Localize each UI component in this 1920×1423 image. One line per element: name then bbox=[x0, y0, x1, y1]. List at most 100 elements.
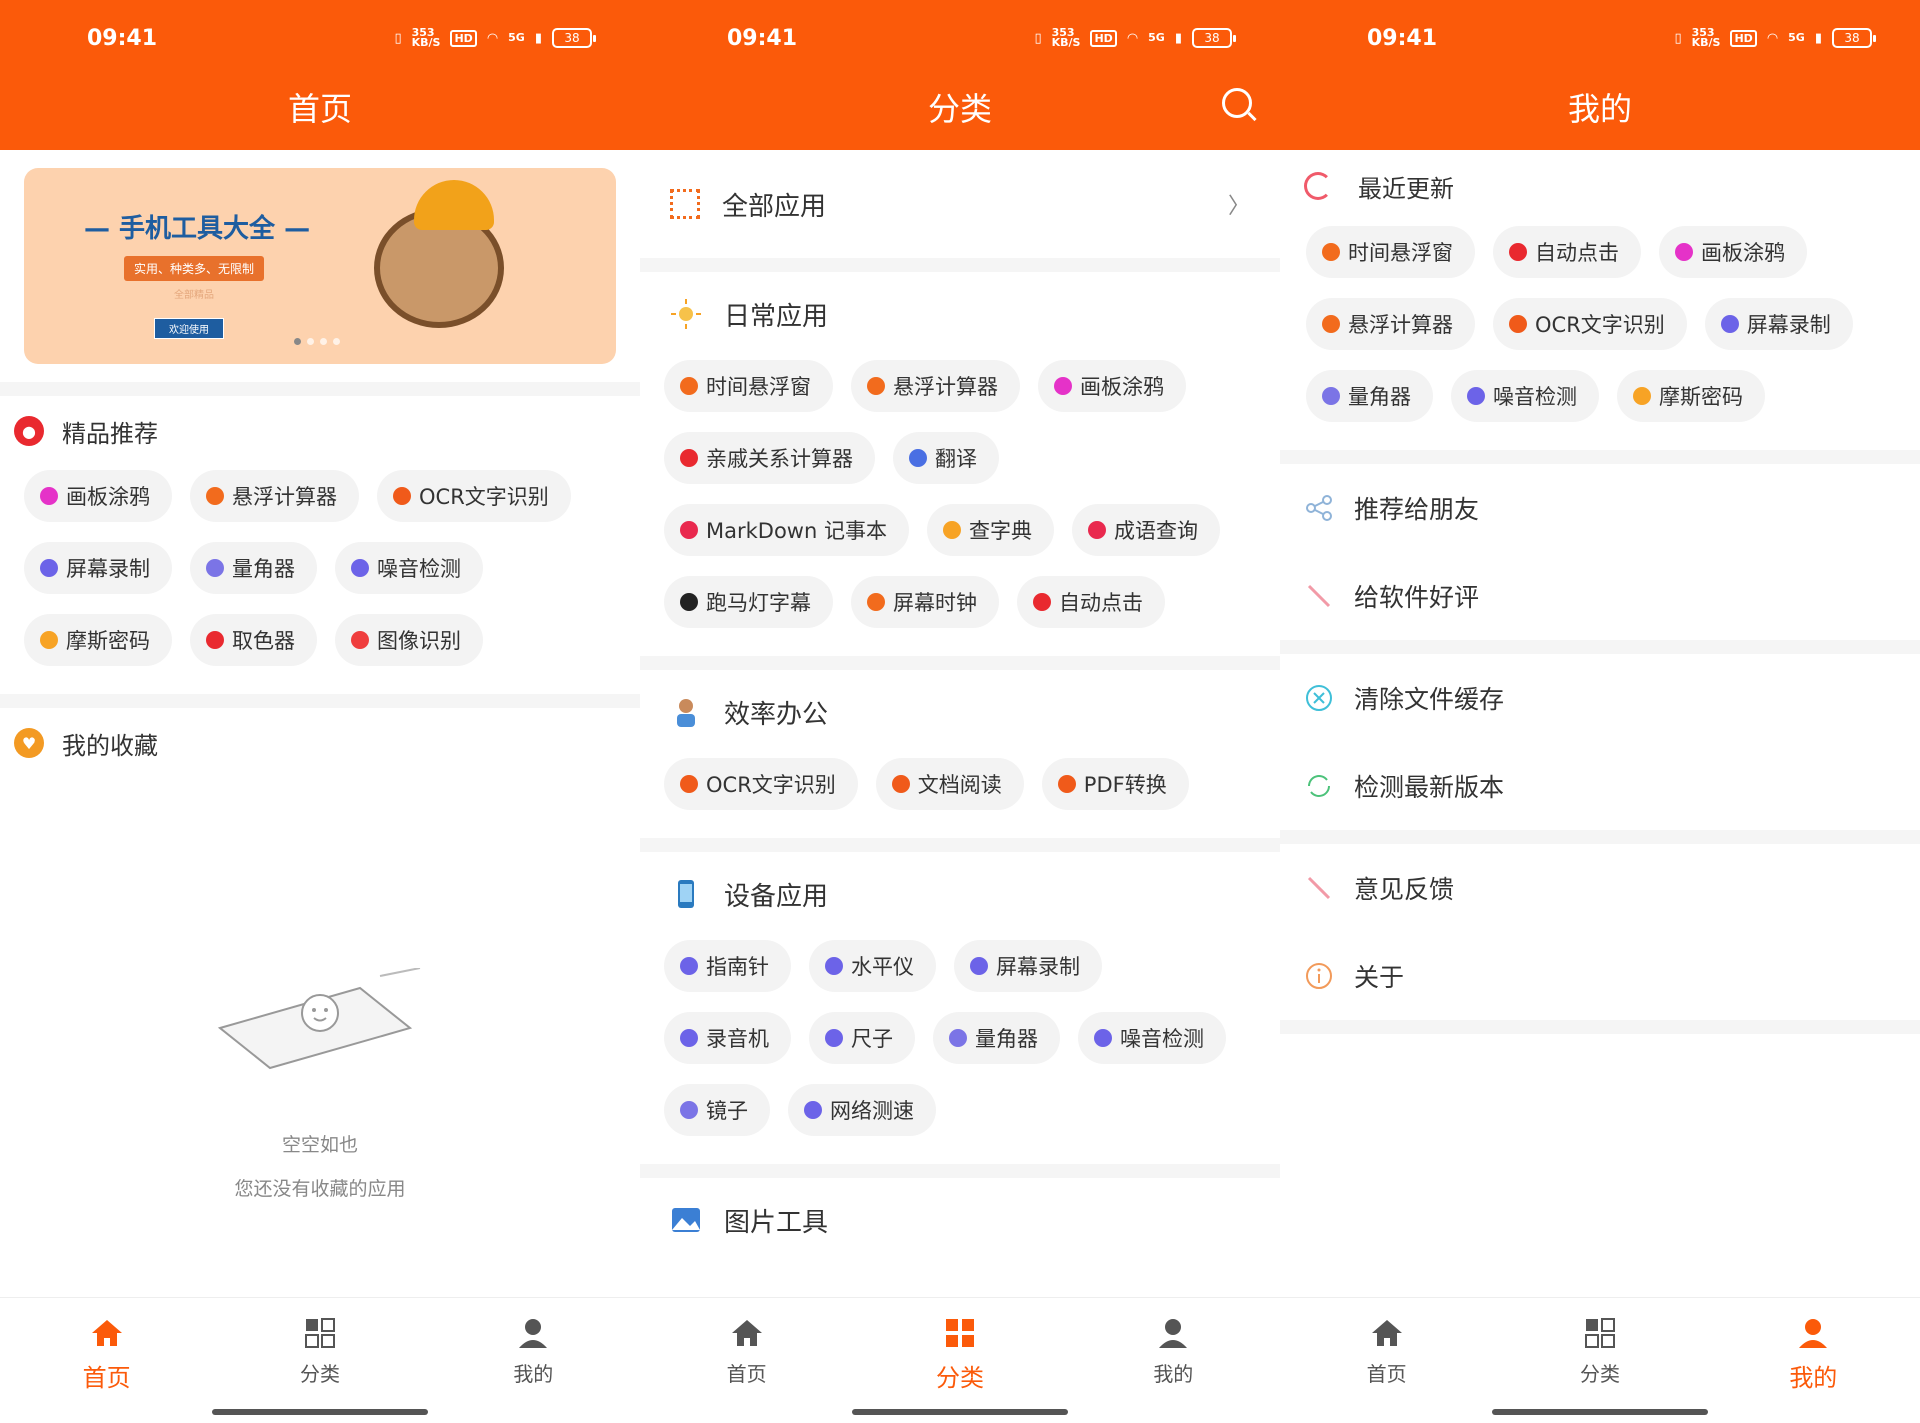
app-chip[interactable]: 画板涂鸦 bbox=[1659, 226, 1807, 278]
app-header: 09:41 ▯ 353 KB/S HD ◠ 5G ▮ 38 首页 bbox=[0, 0, 640, 150]
app-chip[interactable]: 取色器 bbox=[190, 614, 317, 666]
feedback-row[interactable]: 意见反馈 bbox=[1280, 844, 1920, 932]
about-row[interactable]: 关于 bbox=[1280, 932, 1920, 1020]
app-chip[interactable]: 时间悬浮窗 bbox=[664, 360, 833, 412]
app-chip[interactable]: 摩斯密码 bbox=[1617, 370, 1765, 422]
app-chip-label: 屏幕录制 bbox=[66, 557, 150, 581]
app-chip[interactable]: 悬浮计算器 bbox=[1306, 298, 1475, 350]
battery-icon: 38 bbox=[1832, 28, 1876, 48]
app-chip-label: 悬浮计算器 bbox=[1348, 313, 1453, 337]
app-chip[interactable]: 屏幕录制 bbox=[1704, 298, 1853, 350]
wifi-icon: ◠ bbox=[486, 30, 499, 46]
section-divider bbox=[0, 382, 640, 396]
user-icon bbox=[1796, 1316, 1830, 1350]
app-chip-label: 自动点击 bbox=[1059, 591, 1143, 615]
tab-label: 我的 bbox=[1789, 1364, 1838, 1392]
tab-mine[interactable]: 我的 bbox=[1067, 1298, 1280, 1423]
status-time: 09:41 bbox=[87, 26, 158, 51]
app-chip[interactable]: 屏幕时钟 bbox=[851, 576, 999, 628]
info-icon bbox=[1304, 961, 1334, 991]
signal-label: 5G bbox=[1148, 31, 1165, 44]
app-chip[interactable]: 文档阅读 bbox=[875, 758, 1024, 810]
app-chip[interactable]: 时间悬浮窗 bbox=[1306, 226, 1475, 278]
featured-title: 精品推荐 bbox=[62, 419, 158, 448]
app-chip[interactable]: 成语查询 bbox=[1071, 504, 1220, 556]
app-chip[interactable]: 悬浮计算器 bbox=[851, 360, 1020, 412]
app-chip[interactable]: 画板涂鸦 bbox=[24, 470, 172, 522]
app-chip[interactable]: 网络测速 bbox=[788, 1084, 936, 1136]
app-icon bbox=[891, 775, 910, 793]
tab-category[interactable]: 分类 bbox=[213, 1298, 426, 1423]
app-icon bbox=[1322, 243, 1340, 261]
check-update-row[interactable]: 检测最新版本 bbox=[1280, 742, 1920, 830]
app-chip[interactable]: 查字典 bbox=[926, 504, 1054, 556]
banner-button[interactable]: 欢迎使用 bbox=[154, 318, 224, 339]
app-chip[interactable]: 量角器 bbox=[933, 1012, 1060, 1064]
status-bar: 09:41 ▯ 353 KB/S HD ◠ 5G ▮ 38 bbox=[640, 26, 1280, 56]
sun-icon bbox=[670, 298, 702, 330]
status-time: 09:41 bbox=[1367, 26, 1438, 51]
vibrate-icon: ▯ bbox=[1674, 30, 1682, 46]
tab-home[interactable]: 首页 bbox=[640, 1298, 853, 1423]
search-icon[interactable] bbox=[1222, 88, 1252, 118]
app-chip[interactable]: 噪音检测 bbox=[1078, 1012, 1226, 1064]
app-chip[interactable]: 翻译 bbox=[893, 432, 999, 484]
app-chip[interactable]: 录音机 bbox=[664, 1012, 791, 1064]
battery-icon: 38 bbox=[1192, 28, 1236, 48]
office-chip-list: OCR文字识别 文档阅读 PDF转换 bbox=[640, 754, 1280, 838]
app-chip[interactable]: PDF转换 bbox=[1041, 758, 1189, 810]
app-chip[interactable]: 屏幕录制 bbox=[954, 940, 1102, 992]
app-chip[interactable]: 量角器 bbox=[190, 542, 317, 594]
app-chip[interactable]: 量角器 bbox=[1306, 370, 1433, 422]
app-chip[interactable]: 亲戚关系计算器 bbox=[664, 432, 875, 484]
app-chip-label: 图像识别 bbox=[377, 629, 461, 653]
app-chip[interactable]: 屏幕录制 bbox=[24, 542, 172, 594]
promo-banner[interactable]: — 手机工具大全 — 实用、种类多、无限制 全部精品 欢迎使用 bbox=[24, 168, 616, 364]
recommend-row[interactable]: 推荐给朋友 bbox=[1280, 464, 1920, 552]
app-icon bbox=[680, 775, 698, 793]
favorites-title: 我的收藏 bbox=[62, 731, 158, 760]
tab-home[interactable]: 首页 bbox=[1280, 1298, 1493, 1423]
recent-header: 最近更新 bbox=[1280, 156, 1920, 216]
app-chip[interactable]: 摩斯密码 bbox=[24, 614, 172, 666]
tab-mine[interactable]: 我的 bbox=[427, 1298, 640, 1423]
app-chip[interactable]: 画板涂鸦 bbox=[1038, 360, 1186, 412]
home-indicator[interactable] bbox=[852, 1409, 1068, 1415]
app-chip[interactable]: OCR文字识别 bbox=[664, 758, 858, 810]
home-indicator[interactable] bbox=[212, 1409, 428, 1415]
heart-icon: ♥ bbox=[14, 728, 44, 758]
app-chip[interactable]: 水平仪 bbox=[809, 940, 936, 992]
app-chip[interactable]: 悬浮计算器 bbox=[190, 470, 359, 522]
category-title: 效率办公 bbox=[724, 699, 829, 730]
app-chip[interactable]: 自动点击 bbox=[1017, 576, 1165, 628]
app-chip[interactable]: 噪音检测 bbox=[335, 542, 483, 594]
rate-row[interactable]: 给软件好评 bbox=[1280, 552, 1920, 640]
app-chip[interactable]: 噪音检测 bbox=[1451, 370, 1599, 422]
app-icon bbox=[680, 1029, 698, 1047]
home-indicator[interactable] bbox=[1492, 1409, 1708, 1415]
tab-mine[interactable]: 我的 bbox=[1707, 1298, 1920, 1423]
app-chip[interactable]: MarkDown 记事本 bbox=[664, 504, 909, 556]
tab-category[interactable]: 分类 bbox=[1493, 1298, 1706, 1423]
app-chip[interactable]: 尺子 bbox=[809, 1012, 915, 1064]
net-speed-unit: KB/S bbox=[411, 36, 441, 49]
app-chip-label: 尺子 bbox=[851, 1027, 893, 1051]
net-speed-unit: KB/S bbox=[1691, 36, 1721, 49]
app-chip-label: 水平仪 bbox=[851, 955, 914, 979]
app-chip[interactable]: 自动点击 bbox=[1493, 226, 1641, 278]
app-chip[interactable]: 图像识别 bbox=[335, 614, 483, 666]
tab-category[interactable]: 分类 bbox=[853, 1298, 1066, 1423]
tab-home[interactable]: 首页 bbox=[0, 1298, 213, 1423]
app-chip[interactable]: OCR文字识别 bbox=[377, 470, 571, 522]
app-chip[interactable]: 跑马灯字幕 bbox=[664, 576, 833, 628]
all-apps-row[interactable]: 全部应用 〉 bbox=[640, 150, 1280, 258]
tab-label: 分类 bbox=[299, 1362, 340, 1386]
app-chip-label: 画板涂鸦 bbox=[1701, 241, 1785, 265]
wifi-icon: ◠ bbox=[1766, 30, 1779, 46]
signal-icon: ▮ bbox=[1174, 30, 1182, 46]
app-chip[interactable]: 镜子 bbox=[664, 1084, 770, 1136]
app-chip[interactable]: OCR文字识别 bbox=[1493, 298, 1687, 350]
clear-cache-row[interactable]: 清除文件缓存 bbox=[1280, 654, 1920, 742]
page-dot bbox=[320, 338, 327, 345]
app-chip[interactable]: 指南针 bbox=[664, 940, 791, 992]
